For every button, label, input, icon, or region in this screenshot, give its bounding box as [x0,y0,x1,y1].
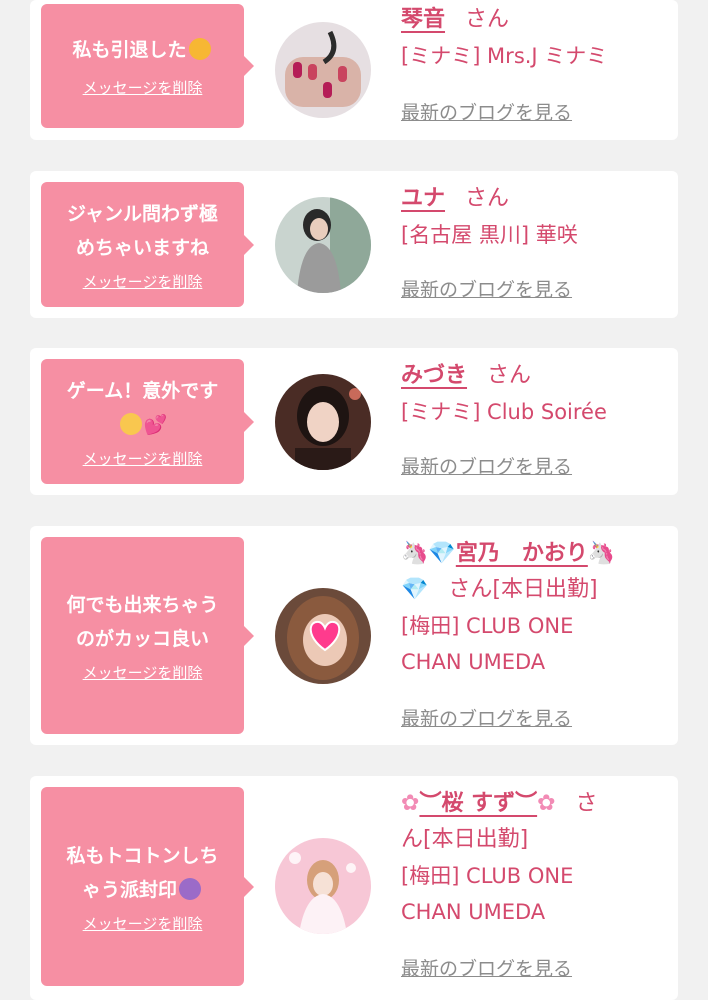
message-text: ゲーム！意外です 💕 [66,379,219,436]
shop-name-line-2: CHAN UMEDA [401,900,546,924]
smiling-face-with-hearts-icon [188,38,211,60]
sender-name-line: ユナ さん [401,181,666,217]
cherry-blossom-icon: ✿ [537,791,556,816]
message-card: 何でも出来ちゃう のがカッコ良い メッセージを削除 🦄💎宮乃 かおり🦄 💎 さん[… [30,526,678,745]
latest-blog-link[interactable]: 最新のブログを見る [401,704,572,731]
message-card: ジャンル問わず極 めちゃいますね メッセージを削除 ユナ さん [名古屋 黒川] … [30,171,678,318]
sender-info: ユナ さん [名古屋 黒川] 華咲 [401,181,666,253]
avatar[interactable] [275,22,371,118]
honorific: さん [487,363,532,388]
honorific: さん[本日出勤] [448,577,598,602]
delete-message-link[interactable]: メッセージを削除 [83,448,203,470]
message-bubble: 私もトコトンしち ゃう派封印 メッセージを削除 [41,787,254,986]
sender-name-link[interactable]: 宮乃 かおり [456,541,588,566]
message-text: ジャンル問わず極 めちゃいますね [66,202,219,259]
two-hearts-icon: 💕 [143,413,168,436]
sender-name-line: ✿︶桜 すず︶✿ さ [401,786,666,822]
sender-name-line-2: 💎 さん[本日出勤] [401,572,666,608]
shop-name-line-2: CHAN UMEDA [401,650,546,674]
gem-icon: 💎 [428,541,456,566]
person-gesturing-no-icon [179,877,201,900]
latest-blog-link[interactable]: 最新のブログを見る [401,98,572,125]
sender-info: みづき さん [ミナミ] Club Soirée [401,358,666,430]
latest-blog-link[interactable]: 最新のブログを見る [401,452,572,479]
delete-message-link[interactable]: メッセージを削除 [83,913,203,935]
avatar[interactable] [275,588,371,684]
honorific: さ [575,791,598,816]
sender-info: 琴音 さん [ミナミ] Mrs.J ミナミ [401,2,666,74]
unicorn-icon: 🦄 [401,541,429,566]
latest-blog-link[interactable]: 最新のブログを見る [401,954,572,981]
sender-info: 🦄💎宮乃 かおり🦄 💎 さん[本日出勤] [梅田] CLUB ONE CHAN U… [401,536,666,680]
message-card: 私もトコトンしち ゃう派封印 メッセージを削除 ✿︶桜 すず︶✿ さ ん[本日出勤… [30,776,678,1000]
message-bubble: ゲーム！意外です 💕 メッセージを削除 [41,359,254,484]
message-bubble: ジャンル問わず極 めちゃいますね メッセージを削除 [41,182,254,307]
message-list: 私も引退した メッセージを削除 琴音 さん [ミナミ] Mrs.J ミナミ 最新の… [0,0,708,1000]
message-text: 私もトコトンしち ゃう派封印 [66,844,219,901]
honorific: さん [465,7,510,32]
delete-message-link[interactable]: メッセージを削除 [83,662,203,684]
cherry-blossom-icon: ✿ [401,791,420,816]
delete-message-link[interactable]: メッセージを削除 [83,77,203,99]
delete-message-link[interactable]: メッセージを削除 [83,271,203,293]
message-bubble: 何でも出来ちゃう のがカッコ良い メッセージを削除 [41,537,254,734]
shop-name: [ミナミ] Club Soirée [401,400,607,424]
sender-name-link[interactable]: ユナ [401,186,445,211]
honorific: さん [465,186,510,211]
shop-name: [ミナミ] Mrs.J ミナミ [401,44,608,68]
sender-name-link[interactable]: ︶桜 すず︶ [419,791,537,816]
avatar[interactable] [275,838,371,934]
message-bubble: 私も引退した メッセージを削除 [41,4,254,128]
sender-name-line-2: ん[本日出勤] [401,827,529,852]
message-card: 私も引退した メッセージを削除 琴音 さん [ミナミ] Mrs.J ミナミ 最新の… [30,0,678,140]
message-text: 何でも出来ちゃう のがカッコ良い [66,593,219,650]
sender-name-line: 🦄💎宮乃 かおり🦄 [401,536,666,572]
shop-name: [梅田] CLUB ONE [401,614,574,638]
sender-name-link[interactable]: 琴音 [401,7,445,32]
message-card: ゲーム！意外です 💕 メッセージを削除 みづき さん [ミナミ] Club Soi… [30,348,678,495]
shop-name: [名古屋 黒川] 華咲 [401,223,578,247]
shop-name: [梅田] CLUB ONE [401,864,574,888]
sender-name-line: 琴音 さん [401,2,666,38]
sender-name-line: みづき さん [401,358,666,394]
sender-name-link[interactable]: みづき [401,363,467,388]
unicorn-icon: 🦄 [587,541,616,566]
avatar[interactable] [275,197,371,293]
gem-icon: 💎 [401,577,429,602]
message-text: 私も引退した [62,33,222,67]
latest-blog-link[interactable]: 最新のブログを見る [401,275,572,302]
avatar[interactable] [275,374,371,470]
sender-info: ✿︶桜 すず︶✿ さ ん[本日出勤] [梅田] CLUB ONE CHAN UME… [401,786,666,930]
pleading-face-icon [119,412,142,435]
